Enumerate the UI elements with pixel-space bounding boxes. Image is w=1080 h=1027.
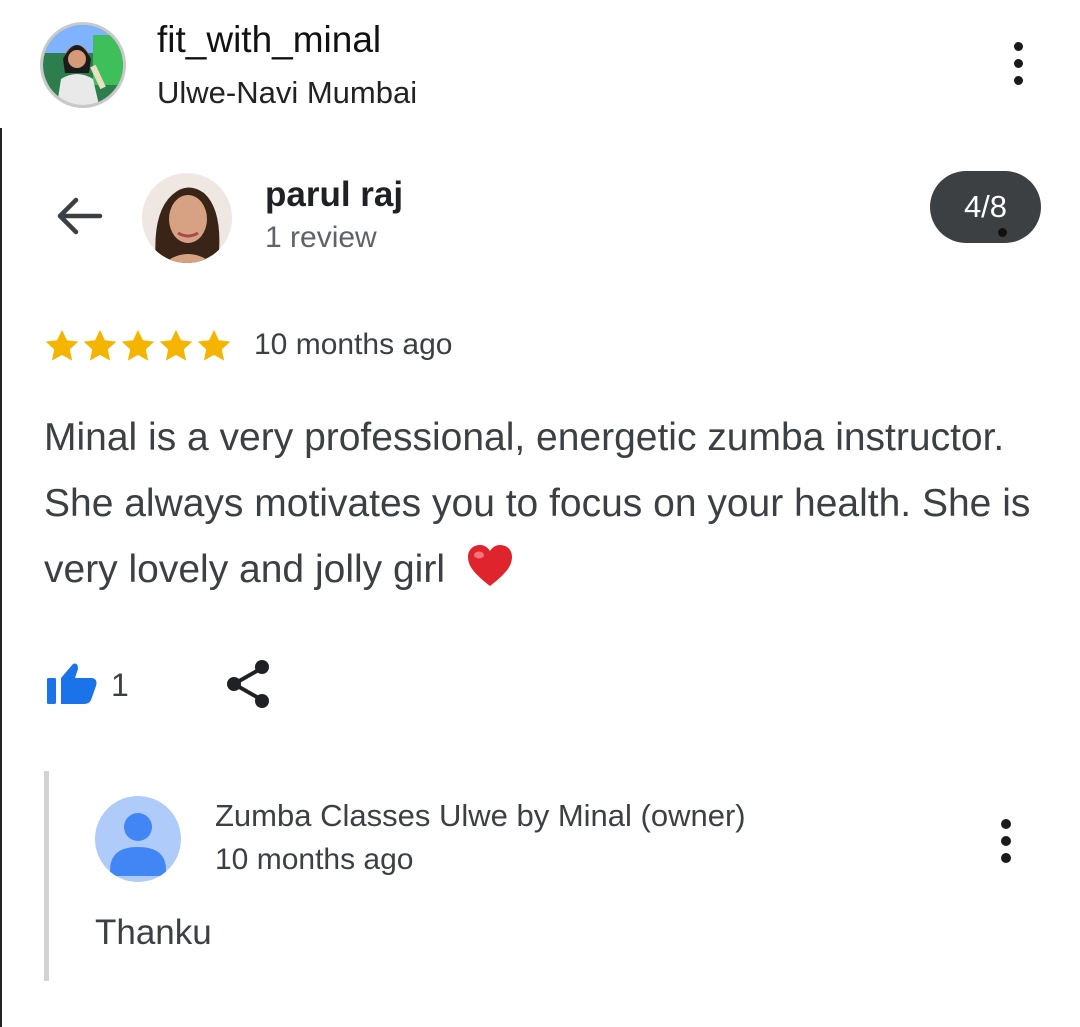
reviewer-review-count: 1 review bbox=[265, 221, 377, 254]
star-icon bbox=[159, 329, 193, 361]
reviewer-name[interactable]: parul raj bbox=[265, 174, 403, 216]
location-label[interactable]: Ulwe-Navi Mumbai bbox=[157, 74, 417, 112]
more-vert-icon[interactable] bbox=[993, 815, 1019, 867]
frame-edge bbox=[0, 128, 2, 1027]
star-icon bbox=[121, 329, 155, 361]
profile-avatar[interactable] bbox=[40, 22, 126, 108]
review-text: Minal is a very professional, energetic … bbox=[44, 405, 1044, 609]
thumbs-up-icon[interactable] bbox=[45, 662, 99, 706]
back-arrow-icon[interactable] bbox=[50, 192, 106, 240]
owner-avatar[interactable] bbox=[95, 796, 181, 882]
star-rating bbox=[43, 327, 233, 367]
reply-indent-rule bbox=[44, 771, 49, 981]
share-icon[interactable] bbox=[224, 658, 272, 710]
star-icon bbox=[45, 329, 79, 361]
review-body: Minal is a very professional, energetic … bbox=[44, 416, 1031, 591]
photo-counter-badge: 4/8 bbox=[930, 171, 1041, 243]
review-time: 10 months ago bbox=[254, 328, 453, 361]
owner-reply-text: Thanku bbox=[95, 913, 212, 952]
star-icon bbox=[197, 329, 231, 361]
star-icon bbox=[83, 329, 117, 361]
counter-dot bbox=[998, 228, 1007, 237]
more-vert-icon[interactable] bbox=[1006, 40, 1032, 88]
heart-emoji bbox=[466, 543, 514, 609]
owner-reply-time: 10 months ago bbox=[215, 843, 414, 876]
username[interactable]: fit_with_minal bbox=[157, 18, 381, 62]
owner-name[interactable]: Zumba Classes Ulwe by Minal (owner) bbox=[215, 797, 746, 835]
like-count: 1 bbox=[111, 667, 129, 703]
reviewer-avatar[interactable] bbox=[142, 173, 232, 263]
